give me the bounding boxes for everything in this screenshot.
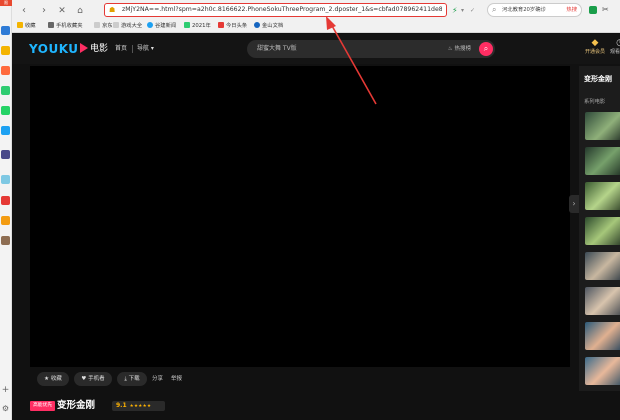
back-icon[interactable]: ‹ [18, 5, 30, 17]
history-button[interactable]: ◷ 观看历史 [608, 38, 620, 62]
site-icon: ☗ [109, 6, 116, 14]
nav-home-link[interactable]: 首页 [115, 43, 127, 55]
related-thumbnail[interactable] [585, 182, 620, 210]
sidebar-app-icon[interactable] [1, 66, 10, 75]
related-thumbnail[interactable] [585, 217, 620, 245]
vip-button[interactable]: ◆ 开通会员 [582, 38, 608, 62]
download-icon: ⤓ [124, 376, 127, 382]
toolbar-right-icons: ✂ [589, 4, 620, 16]
bookmark-item[interactable]: 收藏 [17, 20, 36, 32]
browser-sidebar: 限 + ⚙ [0, 0, 12, 420]
share-button[interactable]: 分享 [152, 372, 163, 386]
bookmark-item[interactable]: 2021年 [184, 20, 211, 32]
panel-title: 变形金刚 [584, 75, 612, 83]
bookmark-item[interactable]: 游戏大全 [113, 20, 142, 32]
youku-search-bar[interactable]: 甜蜜大舞 TV版 ♨ 热搜榜 ⌕ [247, 40, 495, 58]
chevron-right-icon: › [572, 199, 576, 208]
sidebar-app-icon[interactable] [1, 150, 10, 159]
sidebar-add-icon[interactable]: + [1, 386, 10, 395]
channel-title: 电影 [90, 44, 109, 54]
sidebar-app-icon[interactable] [1, 175, 10, 184]
docs-icon [254, 22, 260, 28]
movie-title: 变形金刚 [57, 400, 96, 411]
sidebar-whatsapp-icon[interactable] [1, 106, 10, 115]
play-logo-icon [79, 43, 88, 53]
lightning-icon[interactable]: ⚡ [452, 5, 458, 17]
sidebar-app-icon[interactable] [1, 196, 10, 205]
related-thumbnail[interactable] [585, 357, 620, 385]
related-thumbnail[interactable] [585, 287, 620, 315]
favorite-button[interactable]: ★ 收藏 [37, 372, 69, 386]
bookmark-item[interactable]: 京东 [94, 20, 113, 32]
extension-icon[interactable] [589, 6, 597, 14]
news-icon [218, 22, 224, 28]
sidebar-app-icon[interactable] [1, 236, 10, 245]
bookmark-item[interactable]: 金山文档 [254, 20, 283, 32]
bookmark-item[interactable]: 谷建新闻 [147, 20, 176, 32]
youku-logo[interactable]: YOUKU [29, 41, 90, 57]
address-bar[interactable]: ☗ zMjY2NA==.html?spm=a2h0c.8166622.Phone… [104, 3, 447, 17]
heart-icon: ♥ [81, 376, 87, 382]
bookmark-item[interactable]: 手机收藏夹 [48, 20, 83, 32]
youku-search-input[interactable]: 甜蜜大舞 TV版 [257, 40, 297, 58]
related-panel: 变形金刚 系列电影 [579, 66, 620, 391]
sidebar-badge: 限 [0, 0, 12, 6]
sidebar-app-icon[interactable] [1, 216, 10, 225]
hot-search-link[interactable]: ♨ 热搜榜 [448, 40, 471, 58]
search-icon: ⌕ [492, 5, 497, 14]
hot-search-label: 热搜 [566, 7, 577, 13]
related-thumbnail[interactable] [585, 252, 620, 280]
close-icon[interactable]: ✕ [56, 5, 68, 17]
rating-stars: ★★★★★ [129, 404, 152, 409]
sidebar-app-icon[interactable] [1, 26, 10, 35]
globe-icon [147, 22, 153, 28]
nav-divider [132, 45, 133, 53]
browser-search-query: 河北教育20岁确诊 [502, 7, 546, 13]
browser-search-box[interactable]: ⌕ 河北教育20岁确诊 热搜 [487, 3, 582, 17]
bookmarks-bar: 收藏 手机收藏夹 京东 游戏大全 谷建新闻 2021年 今日头条 金山文档 [12, 20, 620, 32]
sidebar-app-icon[interactable] [1, 126, 10, 135]
related-thumbnail[interactable] [585, 147, 620, 175]
search-button[interactable]: ⌕ [479, 42, 493, 56]
rating-score: 9.1 [116, 402, 127, 409]
clock-icon: ◷ [616, 38, 620, 48]
panel-collapse-button[interactable]: › [569, 195, 579, 213]
rating-box: 9.1 ★★★★★ [112, 401, 165, 411]
download-button[interactable]: ⤓ 下载 [117, 372, 147, 386]
panel-section-label: 系列电影 [584, 99, 606, 105]
promo-badge: 高能优先 [30, 401, 56, 411]
youku-header: YOUKU 电影 首页 导航 ▾ 甜蜜大舞 TV版 ♨ 热搜榜 ⌕ ◆ 开通会员… [12, 34, 620, 64]
dropdown-icon[interactable]: ▾ [461, 5, 464, 17]
star-icon: ★ [44, 376, 50, 382]
video-player[interactable] [30, 66, 570, 367]
diamond-icon: ◆ [591, 38, 599, 48]
fire-icon: ♨ [447, 46, 453, 52]
related-thumbnail[interactable] [585, 112, 620, 140]
scissors-icon[interactable]: ✂ [602, 4, 609, 16]
search-icon: ⌕ [483, 44, 489, 53]
page-icon [94, 22, 100, 28]
address-tools: ⚡ ▾ ✓ [452, 5, 482, 17]
address-url: zMjY2NA==.html?spm=a2h0c.8166622.PhoneSo… [122, 6, 442, 13]
star-icon [17, 22, 23, 28]
nav-guide-menu[interactable]: 导航 ▾ [137, 43, 154, 55]
chevron-down-icon: ▾ [149, 45, 154, 52]
phone-icon [48, 22, 54, 28]
sidebar-star-icon[interactable] [1, 46, 10, 55]
sidebar-app-icon[interactable] [1, 86, 10, 95]
mobile-watch-button[interactable]: ♥ 手机看 [74, 372, 112, 386]
sidebar-settings-icon[interactable]: ⚙ [1, 404, 10, 413]
video-actions: ★ 收藏 ♥ 手机看 ⤓ 下载 分享 举报 [30, 372, 570, 388]
calendar-icon [184, 22, 190, 28]
bookmark-item[interactable]: 今日头条 [218, 20, 247, 32]
home-icon[interactable]: ⌂ [74, 5, 86, 17]
page-icon [113, 22, 119, 28]
check-icon[interactable]: ✓ [470, 5, 475, 17]
related-thumbnail[interactable] [585, 322, 620, 350]
forward-icon[interactable]: › [38, 5, 50, 17]
report-button[interactable]: 举报 [171, 372, 182, 386]
